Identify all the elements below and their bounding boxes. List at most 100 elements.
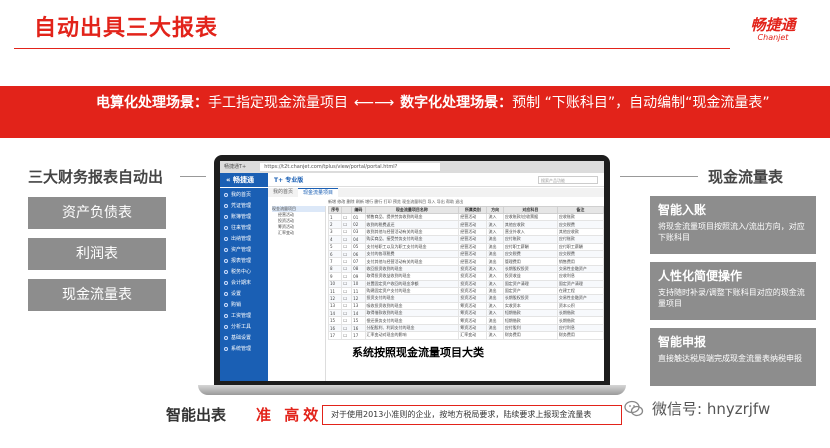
browser-tab-title[interactable]: 畅捷通T+	[224, 161, 246, 173]
column-header[interactable]: 对应科目	[502, 206, 558, 214]
table-cell: 资本公积	[556, 301, 604, 311]
table-row[interactable]: 16 ☐ 16 分配股利、利润支付的现金 筹资活动 流出 应付股利 应付利息	[328, 323, 604, 333]
table-cell: 投资活动	[458, 286, 488, 296]
header-divider	[14, 48, 730, 49]
menu-circle-icon	[224, 269, 228, 274]
column-header[interactable]: 现金流量项目名称	[364, 206, 460, 214]
banner-part2-label: 数字化处理场景：	[400, 95, 513, 111]
table-row[interactable]: 10 ☐ 10 处置固定资产收回的现金净额 投资活动 流入 固定资产清理 固定资产清理	[328, 279, 604, 288]
menu-circle-icon	[224, 236, 228, 241]
bottom-accurate-label: 准 高效	[256, 406, 323, 424]
feature-easy-operation: 人性化简便操作 支持随时补录/调整下账科目对应的现金流量项目	[650, 262, 816, 320]
table-cell: 13	[328, 301, 343, 311]
table-row[interactable]: 13 ☐ 13 吸收投资收到的现金 筹资活动 流入 实收资本 资本公积	[328, 301, 604, 311]
table-cell: 03	[351, 227, 366, 237]
feature-desc: 支持随时补录/调整下账科目对应的现金流量项目	[658, 288, 805, 308]
sidebar-item[interactable]: 会计期末	[220, 278, 268, 289]
table-cell: 流入	[486, 212, 504, 222]
table-cell: 流入	[486, 272, 504, 281]
logo-sub-text: Chanjet	[757, 33, 789, 42]
table-cell: 9	[328, 272, 343, 281]
table-cell: 收到的税费返还	[364, 220, 460, 229]
table-cell: 固定资产清理	[502, 279, 558, 288]
table-row[interactable]: 6 ☐ 06 支付的各项税费 经营活动 流出 应交税费 应交税费	[328, 249, 604, 259]
table-cell: 经营活动	[458, 220, 488, 229]
address-bar[interactable]: https://t2t.chanjet.com/tplus/view/porta…	[260, 163, 441, 171]
table-row[interactable]: 1 ☐ 01 销售商品、提供劳务收到的现金 经营活动 流入 应收账款/应收票据 应收账款	[328, 212, 604, 222]
table-row[interactable]: 17 ☐ 17 汇率变动对现金的影响 汇率变动 流入 财务费用 财务费用	[328, 331, 604, 340]
sidebar-item[interactable]: 税务中心	[220, 267, 268, 278]
table-cell: 04	[351, 235, 366, 244]
table-cell: 汇率变动	[458, 331, 488, 340]
table-cell: 6	[328, 249, 343, 259]
table-cell: 流出	[486, 286, 504, 296]
table-cell: 流出	[486, 242, 504, 251]
sidebar-item[interactable]: 报表管理	[220, 256, 268, 267]
sidebar-item-label: 设置	[231, 291, 242, 297]
sidebar-item[interactable]: 购销	[220, 300, 268, 311]
app-logo[interactable]: « 畅捷通	[220, 172, 268, 187]
table-row[interactable]: 4 ☐ 04 购买商品、接受劳务支付的现金 经营活动 流出 应付账款 应付账款	[328, 235, 604, 244]
table-cell: 流入	[486, 264, 504, 274]
sidebar-item[interactable]: 基础设置	[220, 333, 268, 344]
table-cell: 流出	[486, 235, 504, 244]
table-row[interactable]: 9 ☐ 09 取得投资收益收到的现金 投资活动 流入 投资收益 应收利息	[328, 272, 604, 281]
table-cell: 汇率变动对现金的影响	[364, 331, 460, 340]
tab-home[interactable]: 我的首页	[268, 188, 298, 197]
column-header[interactable]: 备注	[556, 206, 604, 214]
table-row[interactable]: 3 ☐ 03 收到其他与经营活动有关的现金 经营活动 流入 营业外收入 其他应收款	[328, 227, 604, 237]
table-cell: 交易性金融资产	[556, 264, 604, 274]
feature-title: 智能入账	[658, 203, 707, 217]
column-header[interactable]	[341, 206, 353, 214]
sidebar-item-label: 凭证管理	[231, 203, 252, 209]
menu-circle-icon	[224, 302, 228, 307]
table-cell: 16	[328, 323, 343, 333]
table-cell: 流出	[486, 249, 504, 259]
table-cell: 17	[328, 331, 343, 340]
table-cell: 14	[328, 309, 343, 318]
menu-circle-icon	[224, 225, 228, 230]
table-cell: 分配股利、利润支付的现金	[364, 323, 460, 333]
search-input[interactable]: 搜索产品功能	[538, 175, 598, 184]
sidebar-item[interactable]: 设置	[220, 289, 268, 300]
report-balance-sheet: 资产负债表	[28, 197, 166, 229]
sidebar-item[interactable]: 凭证管理	[220, 201, 268, 212]
banner-text: 电算化处理场景：手工指定现金流量项目 ⟵⟶ 数字化处理场景：预制 “下账科目”，自动…	[96, 94, 796, 113]
menu-circle-icon	[224, 203, 228, 208]
table-row[interactable]: 14 ☐ 14 取得借款收到的现金 筹资活动 流入 短期借款 长期借款	[328, 309, 604, 318]
table-cell: 7	[328, 257, 343, 266]
table-cell: ☐	[341, 235, 353, 244]
feature-title: 智能申报	[658, 335, 707, 349]
sidebar-item[interactable]: 账簿管理	[220, 212, 268, 223]
table-row[interactable]: 2 ☐ 02 收到的税费返还 经营活动 流入 其他应收款 应交税费	[328, 220, 604, 229]
table-cell: 流入	[486, 227, 504, 237]
table-cell: 投资活动	[458, 272, 488, 281]
table-cell: 流入	[486, 279, 504, 288]
sidebar-item[interactable]: 分析工具	[220, 322, 268, 333]
table-row[interactable]: 5 ☐ 05 支付给职工以及为职工支付的现金 经营活动 流出 应付职工薪酬 应付职工薪酬	[328, 242, 604, 251]
table-row[interactable]: 15 ☐ 15 偿还债务支付的现金 筹资活动 流出 短期借款 长期借款	[328, 316, 604, 325]
column-header[interactable]: 序号	[328, 206, 343, 214]
table-cell: 交易性金融资产	[556, 294, 604, 303]
sidebar-item[interactable]: 系统管理	[220, 344, 268, 355]
sidebar-item[interactable]: 往来管理	[220, 223, 268, 234]
table-cell: 13	[351, 301, 366, 311]
table-row[interactable]: 7 ☐ 07 支付其他与经营活动有关的现金 经营活动 流出 管理费用 销售费用	[328, 257, 604, 266]
menu-circle-icon	[224, 335, 228, 340]
toolbar[interactable]: 新增 修改 删除 刷新 增行 删行 打印 预览 现金流量科目 导入 导出 帮助 …	[268, 197, 604, 206]
column-header[interactable]: 所属类别	[458, 206, 488, 214]
table-row[interactable]: 12 ☐ 12 投资支付的现金 投资活动 流出 长期股权投资 交易性金融资产	[328, 294, 604, 303]
sidebar-item[interactable]: 我的首页	[220, 190, 268, 201]
table-cell: 07	[351, 257, 366, 266]
tree-node[interactable]: 汇率变动	[272, 230, 325, 236]
table-row[interactable]: 11 ☐ 11 购建固定资产支付的现金 投资活动 流出 固定资产 在建工程	[328, 286, 604, 296]
table-cell: 应交税费	[556, 249, 604, 259]
column-header[interactable]: 方向	[486, 206, 504, 214]
sidebar-item[interactable]: 工资管理	[220, 311, 268, 322]
sidebar-item[interactable]: 资产管理	[220, 245, 268, 256]
table-row[interactable]: 8 ☐ 08 收回投资收到的现金 投资活动 流入 长期股权投资 交易性金融资产	[328, 264, 604, 274]
tab-cash-flow-items[interactable]: 现金流量项目	[298, 188, 339, 197]
column-header[interactable]: 编码	[351, 206, 366, 214]
sidebar-item[interactable]: 出纳管理	[220, 234, 268, 245]
wechat-id: 微信号: hnyzrjfw	[652, 400, 771, 418]
